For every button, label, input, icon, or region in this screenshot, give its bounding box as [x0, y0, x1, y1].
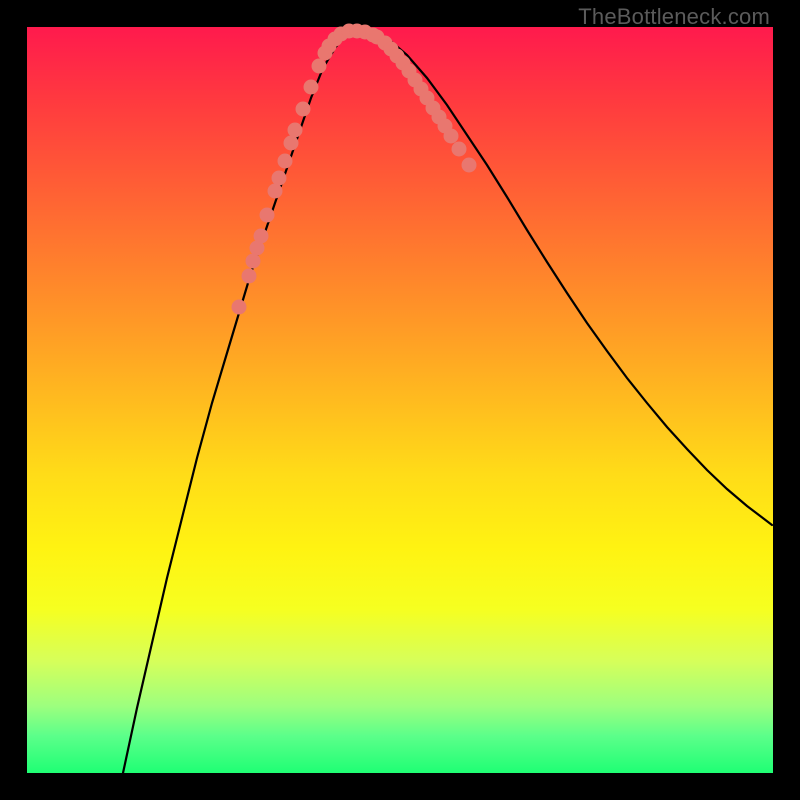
curve-dot [278, 154, 293, 169]
plot-area [27, 27, 773, 773]
bottleneck-curve [123, 33, 772, 773]
curve-dot [246, 254, 261, 269]
curve-dot [254, 229, 269, 244]
curve-dot [304, 80, 319, 95]
curve-dot [260, 208, 275, 223]
curve-dot [312, 59, 327, 74]
watermark-text: TheBottleneck.com [578, 4, 770, 30]
curve-dot [452, 142, 467, 157]
curve-dot [288, 123, 303, 138]
curve-dot [462, 158, 477, 173]
curve-dot [296, 102, 311, 117]
curve-dot [268, 184, 283, 199]
curve-dot [444, 129, 459, 144]
curve-dot [284, 136, 299, 151]
chart-frame: TheBottleneck.com [0, 0, 800, 800]
curve-dot [272, 171, 287, 186]
curve-dot [242, 269, 257, 284]
curve-dot-cluster [232, 24, 477, 315]
curve-dot [232, 300, 247, 315]
bottleneck-curve-svg [27, 27, 773, 773]
